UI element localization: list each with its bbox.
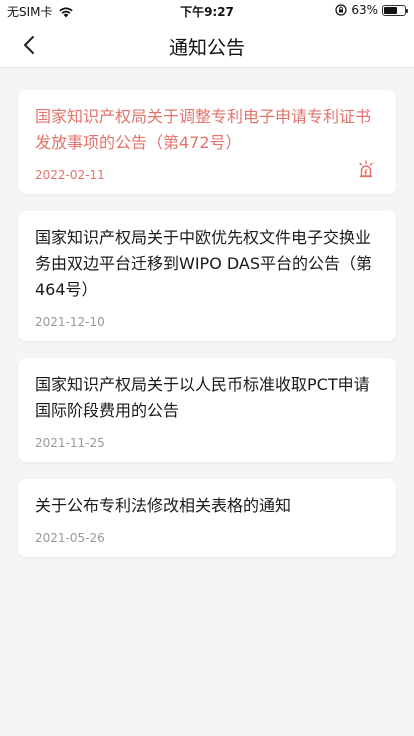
- alarm-icon: [359, 160, 373, 178]
- page-title: 通知公告: [168, 37, 245, 59]
- notice-title: 国家知识产权局关于以人民币标准收取PCT申请国际阶段费用的公告: [35, 375, 370, 420]
- notice-title: 国家知识产权局关于中欧优先权文件电子交换业务由双边平台迁移到WIPO DAS平台…: [35, 228, 373, 299]
- notice-card[interactable]: 关于公布专利法修改相关表格的通知 2021-05-26: [18, 479, 396, 557]
- notice-card[interactable]: 国家知识产权局关于中欧优先权文件电子交换业务由双边平台迁移到WIPO DAS平台…: [18, 211, 396, 341]
- notice-card[interactable]: 国家知识产权局关于以人民币标准收取PCT申请国际阶段费用的公告 2021-11-…: [18, 358, 396, 462]
- status-bar: 无SIM卡 下午9:27 63%: [0, 0, 414, 22]
- battery-level: [384, 6, 397, 14]
- battery-percent: 63%: [351, 3, 378, 17]
- notice-date: 2021-12-10: [35, 315, 105, 329]
- notice-title: 关于公布专利法修改相关表格的通知: [35, 496, 292, 515]
- status-bar-right: 63%: [335, 3, 408, 17]
- notice-title: 国家知识产权局关于调整专利电子申请专利证书发放事项的公告（第472号）: [35, 107, 372, 152]
- rotation-lock-icon: [335, 4, 347, 16]
- notice-list: 国家知识产权局关于调整专利电子申请专利证书发放事项的公告（第472号） 2022…: [18, 90, 396, 574]
- notice-card[interactable]: 国家知识产权局关于调整专利电子申请专利证书发放事项的公告（第472号） 2022…: [18, 90, 396, 194]
- notice-date: 2021-11-25: [35, 436, 105, 450]
- battery-icon: [382, 4, 408, 16]
- notice-date: 2021-05-26: [35, 531, 105, 545]
- notice-date: 2022-02-11: [35, 168, 105, 182]
- nav-bar: 通知公告: [0, 22, 414, 68]
